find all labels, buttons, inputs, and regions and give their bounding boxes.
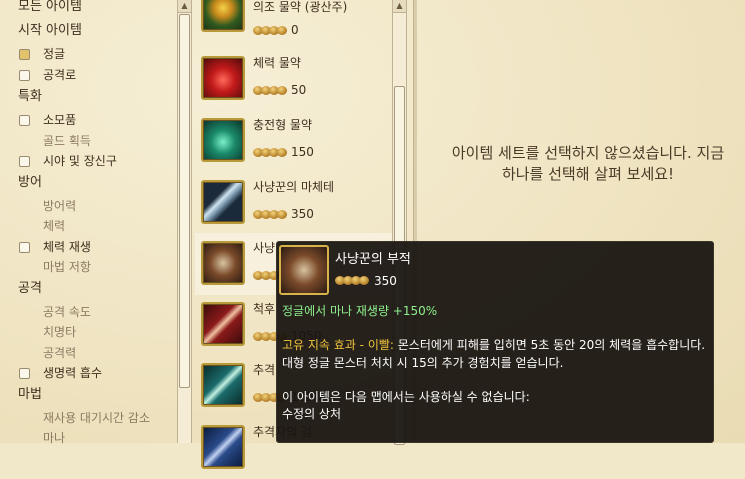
category-vision[interactable]: 시야 및 장신구 [0,151,170,171]
gold-coins-icon [253,147,287,159]
category-health-regen[interactable]: 체력 재생 [0,237,170,257]
consumables-checkbox[interactable] [19,115,30,126]
category-attack-speed[interactable]: 공격 속도 [43,302,91,322]
restriction-line2: 수정의 상처 [282,407,342,421]
item-name: 충전형 물약 [253,118,313,132]
item-name: 체력 물약 [253,56,301,70]
item-price: 350 [291,207,314,221]
category-all-items[interactable]: 모든 아이템 [18,0,82,17]
life-steal-label: 생명력 흡수 [43,366,103,380]
category-scroll-thumb[interactable] [179,14,190,388]
scout-blade-icon [201,302,245,346]
jungle-checkbox[interactable] [19,49,30,60]
category-defense[interactable]: 방어 [18,173,42,193]
flower-potion-icon [201,0,245,32]
tracker-blade-icon [201,363,245,407]
category-magic-resist[interactable]: 마법 저항 [43,257,91,277]
item-name: 추격 [253,363,276,377]
item-row[interactable]: 사냥꾼의 마체테 350 [195,172,393,234]
item-name: 사냥꾼의 마체테 [253,180,335,194]
category-panel: 모든 아이템 시작 아이템 정글 공격로 특화 소모품 골드 획득 시야 및 장… [0,0,176,445]
category-starting[interactable]: 시작 아이템 [18,21,82,41]
gold-coins-icon [253,25,287,37]
jungle-label: 정글 [43,47,66,61]
tooltip-stat: 정글에서 마나 재생량 +150% [282,304,438,318]
scroll-up-icon[interactable]: ▲ [178,0,191,13]
item-tooltip: 사냥꾼의 부적 350 정글에서 마나 재생량 +150% 고유 지속 효과 -… [276,241,714,443]
consumables-label: 소모품 [43,113,77,127]
vision-checkbox[interactable] [19,156,30,167]
vision-label: 시야 및 장신구 [43,154,117,168]
category-consumables[interactable]: 소모품 [0,110,170,130]
laning-checkbox[interactable] [19,70,30,81]
tooltip-item-name: 사냥꾼의 부적 [335,252,411,267]
category-crit[interactable]: 치명타 [43,322,76,342]
gold-coins-icon [253,209,287,221]
scroll-up-icon[interactable]: ▲ [393,0,406,13]
category-attack[interactable]: 공격 [18,279,42,299]
talisman-icon [279,245,329,295]
item-row[interactable]: 체력 물약 50 [195,48,393,110]
gold-coins-icon [253,85,287,97]
item-price: 150 [291,145,314,159]
item-name: 사냥 [253,241,276,255]
item-price: 0 [291,23,299,37]
restriction-line1: 이 아이템은 다음 맵에서는 사용하실 수 없습니다: [282,390,530,404]
item-row[interactable]: 충전형 물약 150 [195,110,393,172]
talisman-icon [201,241,245,285]
health-regen-label: 체력 재생 [43,240,91,254]
item-name: 척후 [253,302,276,316]
category-gold-income[interactable]: 골드 획득 [43,131,91,151]
category-attack-damage[interactable]: 공격력 [43,343,76,363]
passive-label: 고유 지속 효과 - 이빨: [282,338,394,352]
life-steal-checkbox[interactable] [19,368,30,379]
category-life-steal[interactable]: 생명력 흡수 [0,363,170,383]
item-price: 50 [291,83,307,97]
tooltip-description: 고유 지속 효과 - 이빨: 몬스터에게 피해를 입히면 5초 동안 20의 체… [282,336,710,372]
laning-label: 공격로 [43,68,77,82]
category-health[interactable]: 체력 [43,216,65,236]
category-scrollbar[interactable]: ▲ [177,0,192,443]
category-tools[interactable]: 특화 [18,87,42,107]
category-magic[interactable]: 마법 [18,385,42,405]
empty-message-line1: 아이템 세트를 선택하지 않으셨습니다. 지금 [451,144,725,162]
machete-icon [201,180,245,224]
health-potion-icon [201,56,245,100]
item-row[interactable]: 의조 물약 (광산주) 0 [195,0,393,40]
health-regen-checkbox[interactable] [19,242,30,253]
category-armor[interactable]: 방어력 [43,196,76,216]
stalker-blade-icon [201,425,245,469]
gold-coins-icon [335,275,369,287]
category-laning[interactable]: 공격로 [0,65,170,85]
category-cooldown[interactable]: 재사용 대기시간 감소 [43,408,150,428]
empty-message-line2: 하나를 선택해 살펴 보세요! [501,165,675,183]
item-name: 의조 물약 (광산주) [253,0,348,14]
tooltip-map-restriction: 이 아이템은 다음 맵에서는 사용하실 수 없습니다: 수정의 상처 [282,389,530,423]
category-jungle[interactable]: 정글 [0,44,170,64]
empty-item-set-message: 아이템 세트를 선택하지 않으셨습니다. 지금 하나를 선택해 살펴 보세요! [418,143,745,185]
tooltip-price: 350 [374,274,397,288]
category-mana[interactable]: 마나 [43,428,65,448]
refillable-potion-icon [201,118,245,162]
